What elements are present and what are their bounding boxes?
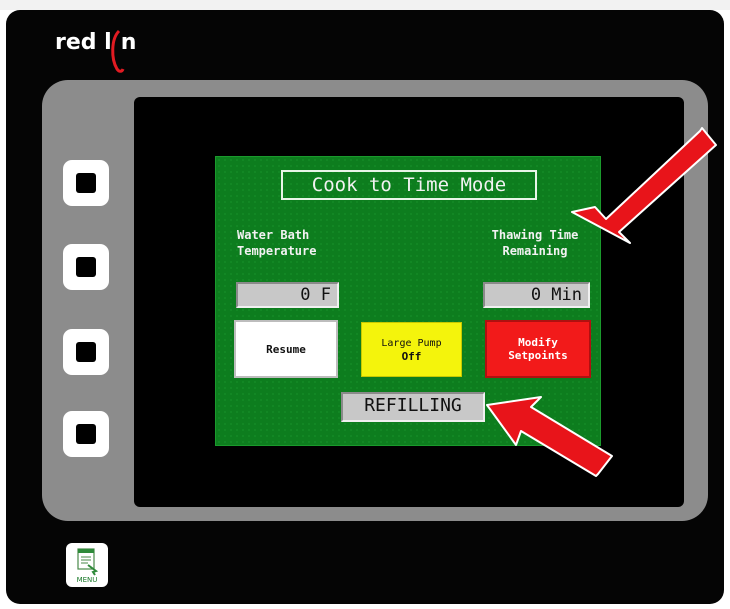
side-key-3[interactable] (63, 329, 109, 375)
large-pump-button[interactable]: Large Pump Off (361, 322, 462, 377)
resume-button[interactable]: Resume (234, 320, 338, 378)
logo-text-left: red l (55, 30, 112, 55)
time-remaining-readout: 0 Min (483, 282, 590, 308)
thawing-time-label: Thawing Time Remaining (491, 228, 579, 258)
menu-document-icon (77, 548, 99, 576)
top-strip (0, 0, 730, 10)
page-title: Cook to Time Mode (281, 170, 537, 200)
side-key-2[interactable] (63, 244, 109, 290)
pump-button-label: Large Pump (381, 337, 442, 349)
logo-swoosh-icon (111, 29, 125, 73)
modify-button-label-2: Setpoints (508, 349, 568, 362)
water-bath-label: Water Bath Temperature (237, 228, 317, 258)
menu-key[interactable]: MENU (66, 543, 108, 587)
temperature-readout: 0 F (236, 282, 339, 308)
menu-key-label: MENU (76, 576, 98, 584)
resume-button-label: Resume (266, 342, 306, 356)
status-display: REFILLING (341, 392, 485, 422)
modify-button-label-1: Modify (518, 336, 558, 349)
modify-setpoints-button[interactable]: Modify Setpoints (485, 320, 591, 378)
side-key-1[interactable] (63, 160, 109, 206)
pump-button-state: Off (401, 349, 422, 363)
side-key-4[interactable] (63, 411, 109, 457)
